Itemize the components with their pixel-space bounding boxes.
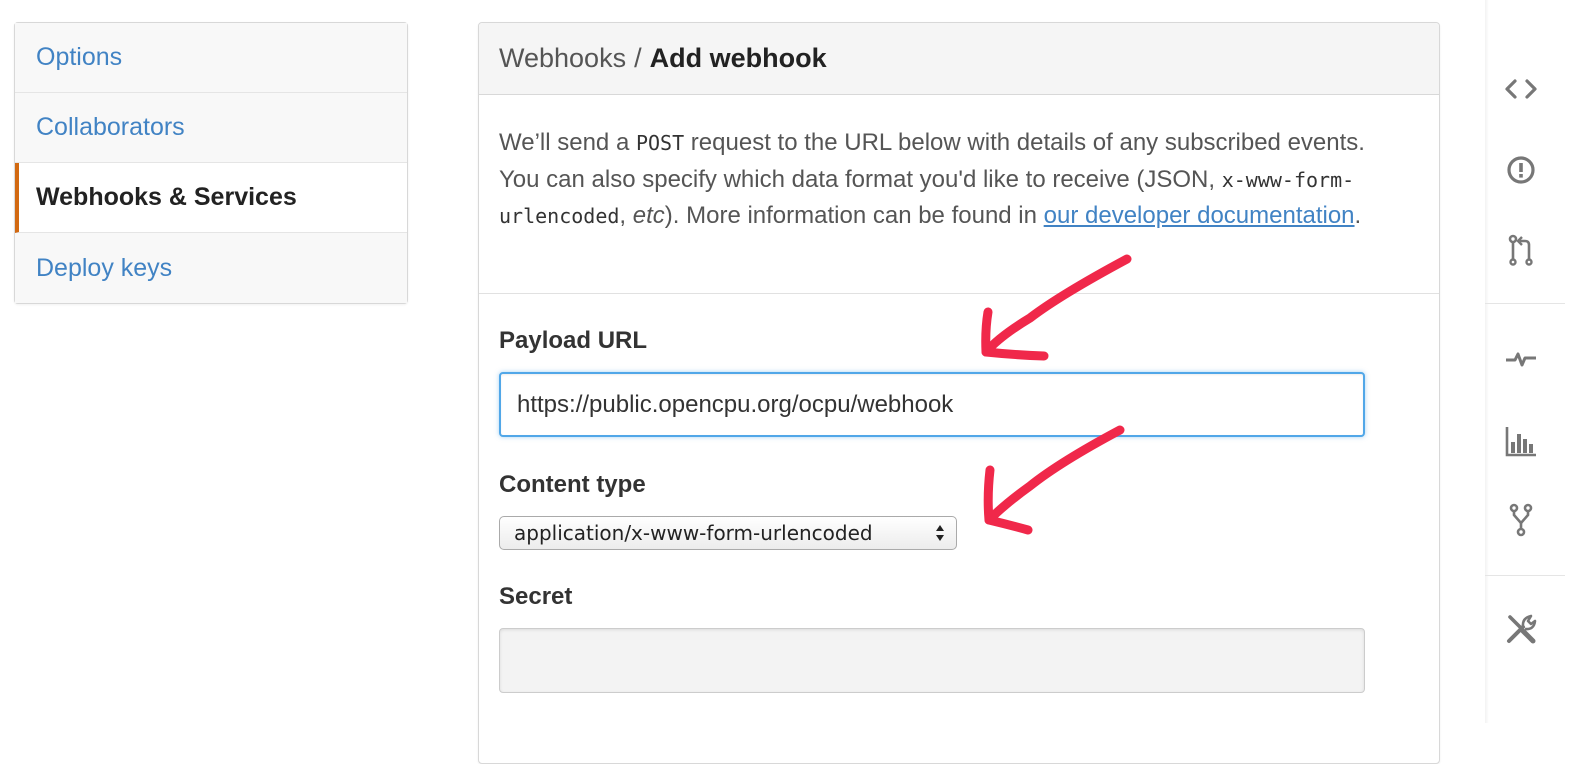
repo-nav bbox=[1485, 0, 1590, 723]
breadcrumb-separator: / bbox=[634, 43, 642, 73]
settings-icon[interactable] bbox=[1504, 612, 1538, 646]
code-icon[interactable] bbox=[1504, 72, 1538, 106]
intro-code-post: POST bbox=[635, 131, 685, 155]
content-type-select[interactable]: application/x-www-form-urlencoded bbox=[499, 516, 957, 550]
select-arrows-icon bbox=[936, 525, 944, 541]
breadcrumb-parent[interactable]: Webhooks bbox=[499, 43, 626, 74]
breadcrumb: Webhooks / Add webhook bbox=[479, 23, 1439, 95]
payload-url-label: Payload URL bbox=[499, 327, 648, 354]
menu-item-options[interactable]: Options bbox=[15, 23, 407, 93]
pull-request-icon[interactable] bbox=[1504, 233, 1538, 267]
network-icon[interactable] bbox=[1504, 503, 1538, 537]
page-title: Add webhook bbox=[649, 43, 827, 73]
secret-input[interactable] bbox=[499, 628, 1365, 693]
intro-text-3: , bbox=[619, 202, 633, 229]
content-type-label: Content type bbox=[499, 471, 646, 498]
intro-text-1: We’ll send a bbox=[499, 129, 636, 156]
menu-item-deploy-keys[interactable]: Deploy keys bbox=[15, 233, 407, 303]
add-webhook-panel: Webhooks / Add webhook We’ll send a POST… bbox=[478, 22, 1440, 764]
graphs-icon[interactable] bbox=[1504, 424, 1538, 458]
developer-documentation-link[interactable]: our developer documentation bbox=[1044, 202, 1355, 229]
content-type-value: application/x-www-form-urlencoded bbox=[514, 521, 873, 545]
intro-etc: etc bbox=[632, 202, 665, 229]
pulse-icon[interactable] bbox=[1504, 341, 1538, 375]
nav-separator bbox=[1485, 575, 1565, 576]
payload-url-input[interactable] bbox=[499, 372, 1365, 437]
divider bbox=[479, 293, 1439, 294]
nav-separator bbox=[1485, 303, 1565, 304]
menu-item-webhooks-services[interactable]: Webhooks & Services bbox=[15, 163, 407, 233]
webhook-intro-text: We’ll send a POST request to the URL bel… bbox=[499, 125, 1399, 235]
menu-item-collaborators[interactable]: Collaborators bbox=[15, 93, 407, 163]
settings-menu: Options Collaborators Webhooks & Service… bbox=[14, 22, 408, 304]
intro-text-4: ). More information can be found in bbox=[664, 202, 1044, 229]
nav-shadow bbox=[1485, 0, 1489, 723]
secret-label: Secret bbox=[499, 583, 573, 610]
intro-text-5: . bbox=[1354, 202, 1362, 229]
issues-icon[interactable] bbox=[1504, 153, 1538, 187]
